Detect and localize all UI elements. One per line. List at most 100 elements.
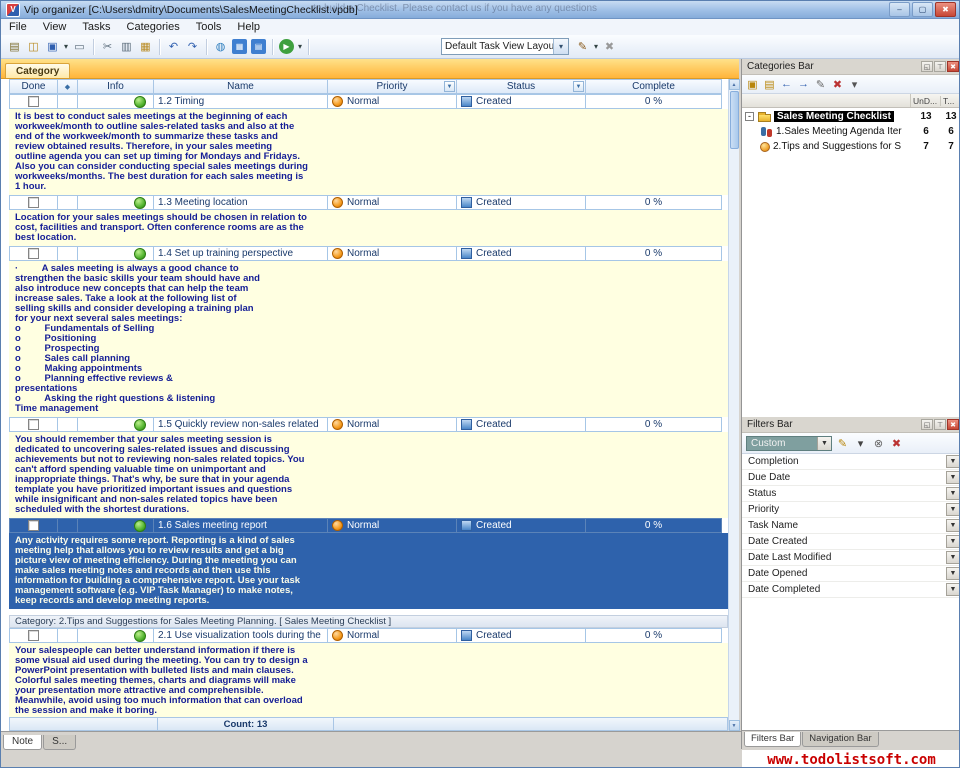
task-status-cell[interactable]: Created (456, 195, 586, 210)
paste-icon[interactable]: ▦ (136, 37, 155, 56)
print-icon[interactable]: ▭ (70, 37, 89, 56)
menu-file[interactable]: File (1, 20, 35, 34)
task-view-layout-select[interactable]: Default Task View Layout▾ (441, 38, 569, 55)
task-name-cell[interactable]: 1.2 Timing (153, 94, 328, 109)
panel-position-icon[interactable]: ◱ (921, 61, 933, 72)
pin-icon[interactable]: ⊤ (934, 61, 946, 72)
edit-category-icon[interactable]: ✎ (813, 77, 828, 92)
move-right-icon[interactable]: → (796, 77, 811, 92)
open-folder-icon[interactable]: ◫ (24, 37, 43, 56)
task-priority-cell[interactable]: Normal (327, 518, 457, 533)
chevron-down-icon[interactable]: ▼ (817, 437, 831, 450)
task-name-cell[interactable]: 2.1 Use visualization tools during the (153, 628, 328, 643)
task-name-cell[interactable]: 1.6 Sales meeting report (153, 518, 328, 533)
task-done-cell[interactable] (9, 417, 58, 432)
menu-view[interactable]: View (35, 20, 75, 34)
filters-bar-header[interactable]: Filters Bar ◱ ⊤ ✖ (742, 417, 960, 433)
move-left-icon[interactable]: ← (779, 77, 794, 92)
notes-view-icon[interactable]: ▤ (249, 37, 268, 56)
task-priority-cell[interactable]: Normal (327, 417, 457, 432)
task-row[interactable]: 1.4 Set up training perspectiveNormalCre… (9, 246, 728, 261)
filter-dropdown-button[interactable]: ▼ (946, 471, 960, 484)
filter-row[interactable]: Completion▼ (742, 454, 960, 470)
filter-row[interactable]: Task Name▼ (742, 518, 960, 534)
task-priority-cell[interactable]: Normal (327, 195, 457, 210)
redo-icon[interactable]: ↷ (183, 37, 202, 56)
filter-row[interactable]: Status▼ (742, 486, 960, 502)
task-status-cell[interactable]: Created (456, 246, 586, 261)
grid-col-name[interactable]: Name (153, 79, 328, 94)
vertical-scrollbar[interactable]: ▲ ▼ (728, 79, 739, 731)
menu-tools[interactable]: Tools (188, 20, 230, 34)
chevron-down-icon[interactable]: ▾ (296, 42, 304, 51)
task-row[interactable]: 1.6 Sales meeting reportNormalCreated0 % (9, 518, 728, 533)
menu-tasks[interactable]: Tasks (74, 20, 118, 34)
filter-dropdown-button[interactable]: ▼ (946, 535, 960, 548)
tree-col-undone[interactable]: UnD... (911, 96, 941, 106)
task-priority-cell[interactable]: Normal (327, 246, 457, 261)
checkbox[interactable] (28, 197, 39, 208)
task-status-cell[interactable]: Created (456, 94, 586, 109)
filter-edit-icon[interactable]: ✎ (835, 436, 850, 451)
task-name-cell[interactable]: 1.4 Set up training perspective (153, 246, 328, 261)
filter-row[interactable]: Priority▼ (742, 502, 960, 518)
scroll-down-icon[interactable]: ▼ (729, 720, 740, 731)
grid-col-status[interactable]: Status▼ (456, 79, 586, 94)
delete-category-icon[interactable]: ✖ (830, 77, 845, 92)
run-task-icon[interactable]: ▶ (277, 37, 296, 56)
maximize-button[interactable]: ▢ (912, 2, 933, 17)
category-group-tab[interactable]: Category (5, 63, 70, 78)
task-done-cell[interactable] (9, 94, 58, 109)
filter-row[interactable]: Date Completed▼ (742, 582, 960, 598)
task-status-cell[interactable]: Created (456, 628, 586, 643)
column-filter-button[interactable]: ▼ (573, 81, 584, 92)
filter-dropdown-button[interactable]: ▼ (946, 455, 960, 468)
pin-icon[interactable]: ⊤ (934, 419, 946, 430)
task-priority-cell[interactable]: Normal (327, 94, 457, 109)
chevron-down-icon[interactable]: ▾ (62, 42, 70, 51)
filter-dropdown-button[interactable]: ▼ (946, 503, 960, 516)
titlebar[interactable]: V Vip organizer [C:\Users\dmitry\Documen… (1, 1, 959, 19)
grid-col-info[interactable]: Info (77, 79, 154, 94)
panel-close-icon[interactable]: ✖ (947, 61, 959, 72)
edit-layout-icon[interactable]: ✎ (573, 37, 592, 56)
task-priority-cell[interactable]: Normal (327, 628, 457, 643)
tab-s-[interactable]: S... (43, 735, 76, 750)
tree-col-name[interactable] (742, 94, 911, 107)
task-done-cell[interactable] (9, 246, 58, 261)
task-done-cell[interactable] (9, 195, 58, 210)
tree-expander-icon[interactable]: - (745, 112, 754, 121)
chevron-down-icon[interactable]: ▾ (553, 39, 568, 54)
category-tree-item[interactable]: 1.Sales Meeting Agenda Iter66 (742, 124, 960, 139)
filter-row[interactable]: Date Opened▼ (742, 566, 960, 582)
category-tree-item[interactable]: 2.Tips and Suggestions for S77 (742, 139, 960, 154)
minimize-button[interactable]: – (889, 2, 910, 17)
task-done-cell[interactable] (9, 518, 58, 533)
filter-dropdown-button[interactable]: ▼ (946, 567, 960, 580)
scroll-thumb[interactable] (730, 91, 739, 149)
menu-categories[interactable]: Categories (119, 20, 188, 34)
save-icon[interactable]: ▣ (43, 37, 62, 56)
undo-icon[interactable]: ↶ (164, 37, 183, 56)
filter-row[interactable]: Due Date▼ (742, 470, 960, 486)
panel-position-icon[interactable]: ◱ (921, 419, 933, 430)
close-button[interactable]: ✖ (935, 2, 956, 17)
new-category-icon[interactable]: ▣ (745, 77, 760, 92)
grid-col-priority[interactable]: Priority▼ (327, 79, 457, 94)
new-document-icon[interactable]: ▤ (5, 37, 24, 56)
tab-navigation-bar[interactable]: Navigation Bar (802, 732, 878, 747)
menu-help[interactable]: Help (229, 20, 268, 34)
delete-layout-icon[interactable]: ✖ (600, 37, 619, 56)
chevron-down-icon[interactable]: ▾ (592, 42, 600, 51)
checkbox[interactable] (28, 96, 39, 107)
scroll-up-icon[interactable]: ▲ (729, 79, 740, 90)
internet-icon[interactable]: ◍ (211, 37, 230, 56)
table-view-icon[interactable]: ▦ (230, 37, 249, 56)
delete-filter-icon[interactable]: ✖ (889, 436, 904, 451)
view-options-icon[interactable]: ▾ (847, 77, 862, 92)
checkbox[interactable] (28, 520, 39, 531)
new-subcategory-icon[interactable]: ▤ (762, 77, 777, 92)
grid-col-complete[interactable]: Complete (585, 79, 722, 94)
task-status-cell[interactable]: Created (456, 417, 586, 432)
clear-filter-icon[interactable]: ⊗ (871, 436, 886, 451)
